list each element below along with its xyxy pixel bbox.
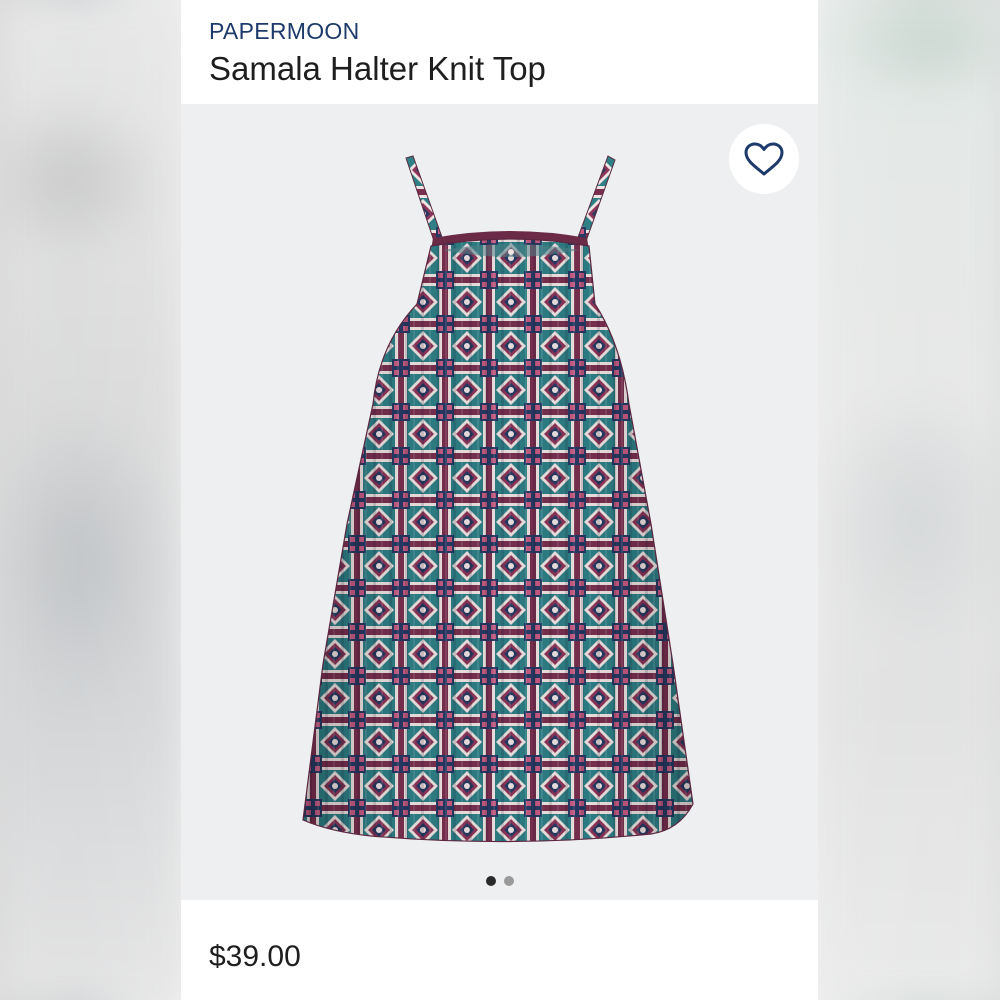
product-title: Samala Halter Knit Top [209,50,546,87]
carousel-dot-1[interactable] [485,876,496,886]
product-image [302,155,694,843]
favorite-button[interactable] [729,124,799,194]
brand-name[interactable]: PAPERMOON [209,16,798,46]
product-price: $39.00 [209,940,301,973]
screen: PAPERMOON Samala Halter Knit Top $39.00 [0,0,1000,1000]
product-image-carousel[interactable] [181,104,818,900]
carousel-pagination [181,876,818,886]
carousel-dot-2[interactable] [503,876,514,886]
blurred-background-left [0,0,181,1000]
blurred-background-right [818,0,1000,1000]
heart-outline-icon [744,142,784,176]
product-header: PAPERMOON Samala Halter Knit Top [209,16,798,90]
product-card: PAPERMOON Samala Halter Knit Top $39.00 [181,0,818,1000]
